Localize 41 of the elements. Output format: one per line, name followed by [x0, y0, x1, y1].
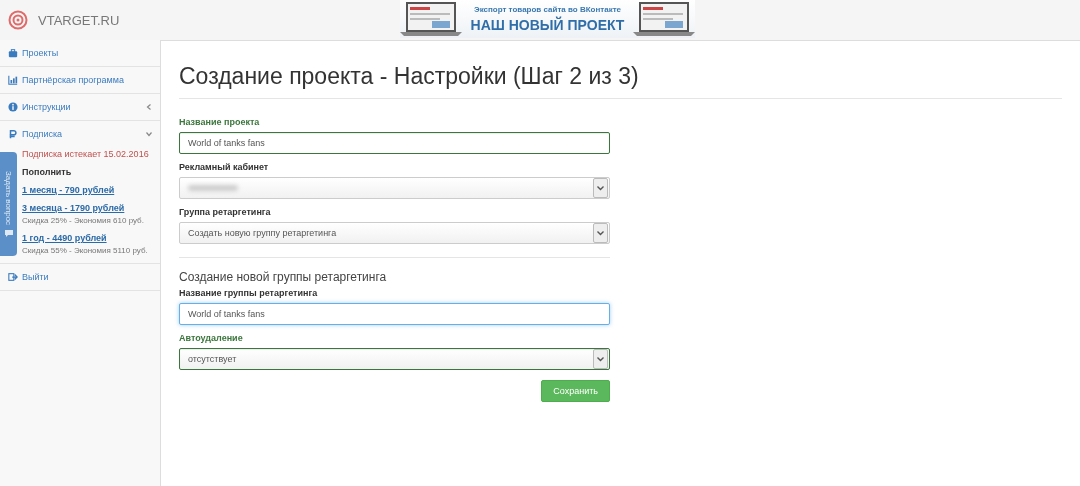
sidebar-item[interactable]: Подписка: [0, 121, 160, 147]
briefcase-icon: [8, 48, 18, 58]
dropdown-caret-icon: [597, 356, 604, 362]
sidebar-item[interactable]: Инструкции: [0, 94, 160, 120]
bar-chart-icon: [8, 75, 18, 85]
field-label: Название проекта: [179, 117, 261, 127]
submenu-heading: Пополнить: [22, 167, 73, 177]
field-label: Рекламный кабинет: [179, 162, 270, 172]
field-label: Автоудаление: [179, 333, 244, 343]
input-field[interactable]: World of tanks fans: [179, 303, 610, 325]
site-logo-text: VTARGET.RU: [38, 12, 120, 28]
sidebar-item[interactable]: Партнёрская программа: [0, 67, 160, 93]
target-logo-icon: [8, 10, 28, 30]
expiry-notice: Подписка истекает 15.02.2016: [22, 149, 150, 159]
banner-title: НАШ НОВЫЙ ПРОЕКТ: [470, 17, 625, 33]
dropdown-caret-icon: [597, 230, 604, 236]
chat-icon: [4, 229, 13, 237]
info-icon: [8, 102, 18, 112]
discount-note: Скидка 25% - Экономия 610 руб.: [22, 216, 145, 225]
plan-link[interactable]: 1 месяц - 790 рублей: [22, 185, 152, 195]
sidebar-item[interactable]: Проекты: [0, 40, 160, 66]
save-button[interactable]: Сохранить: [541, 380, 610, 402]
page-title: Создание проекта - Настройки (Шаг 2 из 3): [179, 63, 1062, 99]
field-label: Название группы ретаргетинга: [179, 288, 319, 298]
feedback-tab[interactable]: Задать вопрос: [0, 152, 17, 256]
promo-banner[interactable]: Экспорт товаров сайта во ВКонтакте НАШ НОВЫЙ ПРОЕКТ: [400, 0, 695, 38]
section-heading: Создание новой группы ретаргетинга: [179, 257, 610, 284]
discount-note: Скидка 55% - Экономия 5110 руб.: [22, 246, 149, 255]
select-field[interactable]: Создать новую группу ретаргетинга: [179, 222, 610, 244]
field-label: Группа ретаргетинга: [179, 207, 272, 217]
plan-link[interactable]: 1 год - 4490 рублей: [22, 233, 152, 243]
select-field[interactable]: отсутствует: [179, 348, 610, 370]
sidebar-item[interactable]: Выйти: [0, 264, 160, 290]
dropdown-caret-icon: [597, 185, 604, 191]
ruble-icon: [8, 129, 18, 139]
blurred-value: [188, 185, 238, 191]
exit-icon: [8, 272, 18, 282]
input-field[interactable]: World of tanks fans: [179, 132, 610, 154]
select-field[interactable]: [179, 177, 610, 199]
plan-link[interactable]: 3 месяца - 1790 рублей: [22, 203, 152, 213]
banner-subtitle: Экспорт товаров сайта во ВКонтакте: [473, 5, 622, 14]
